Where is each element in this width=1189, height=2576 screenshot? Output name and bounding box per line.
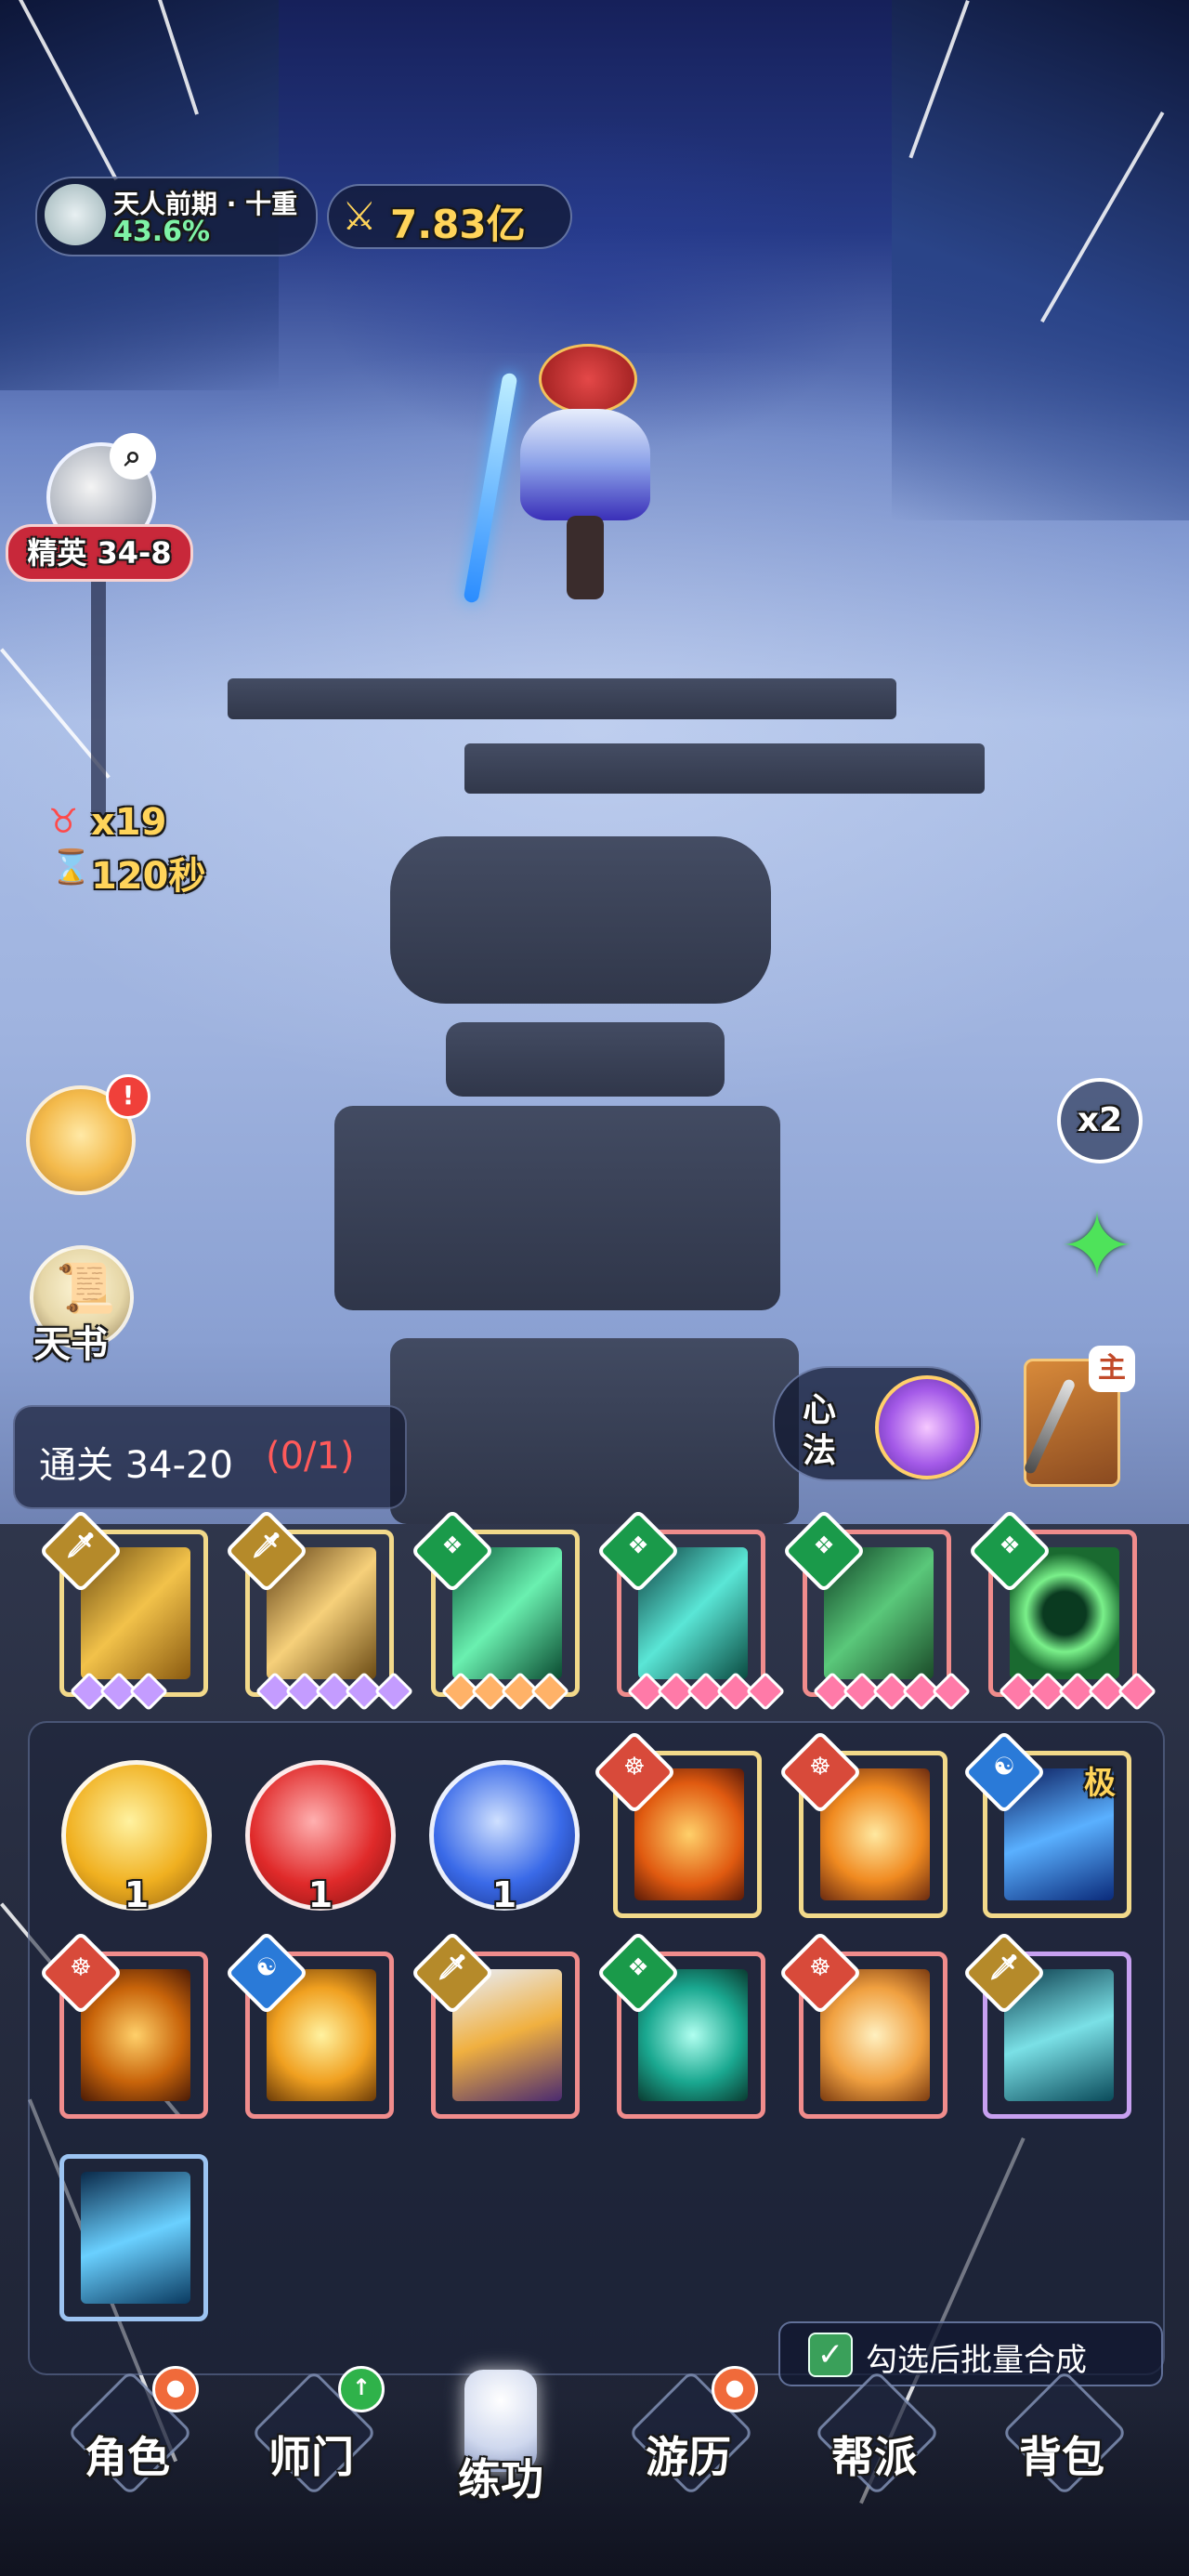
gold-orb-count: 1	[124, 1874, 150, 1915]
nav-travel[interactable]: 游历 ●	[619, 2366, 758, 2509]
skill-card-golden-bird[interactable]: ☯	[224, 1930, 394, 2119]
nav-guild[interactable]: 帮派	[804, 2370, 944, 2509]
xinfa-label-bottom: 法	[803, 1432, 837, 1470]
skill-card-lotus[interactable]: ☸	[777, 1729, 947, 1918]
leaf-badge-icon: ❖	[441, 1531, 464, 1560]
blue-orb-count: 1	[491, 1874, 517, 1915]
star-emblem-icon[interactable]: ✦	[1046, 1195, 1148, 1297]
nav-role-label: 角色	[85, 2432, 170, 2482]
leaf-badge-icon: ❖	[813, 1531, 835, 1560]
equipped-skill-1[interactable]: 🗡	[38, 1508, 208, 1712]
game-scene: 天人前期 · 十重 43.6% ⚔ 7.83亿 ⌕ 精英 34-8 ♉ x19 …	[0, 0, 1189, 2576]
leaf-badge-icon: ❖	[999, 1531, 1021, 1560]
equipped-skill-2[interactable]: 🗡	[224, 1508, 414, 1712]
nav-travel-label: 游历	[646, 2432, 731, 2482]
skill-card-palm[interactable]: ☸	[777, 1930, 947, 2119]
hero-hat	[539, 344, 637, 414]
stage-timer: 120秒	[91, 855, 206, 898]
leaf-badge-icon: ❖	[627, 1953, 649, 1982]
star-gem-icon	[529, 1671, 570, 1712]
blue-orb[interactable]: 1	[429, 1760, 580, 1915]
right-cliff	[892, 0, 1189, 520]
quest-progress: (0/1)	[266, 1435, 355, 1478]
batch-merge-label: 勾选后批量合成	[866, 2342, 1087, 2379]
enemy-count: x19	[91, 801, 167, 844]
nav-train-label: 练功	[458, 2454, 543, 2504]
hero-character	[463, 316, 697, 613]
sword-badge-icon: 🗡	[988, 1953, 1020, 1982]
wood-slab	[390, 836, 771, 1004]
swirl-badge-icon: ☯	[993, 1753, 1015, 1781]
nav-train[interactable]: 练功	[431, 2370, 570, 2509]
nav-guild-label: 帮派	[831, 2432, 917, 2482]
notify-icon: ●	[152, 2366, 199, 2412]
meditate-badge-icon: ☸	[623, 1753, 646, 1781]
checkbox-checked-icon[interactable]: ✓	[808, 2333, 853, 2377]
wood-slab	[334, 1106, 780, 1310]
equipped-skill-5[interactable]: ❖	[781, 1508, 972, 1712]
leaf-badge-icon: ❖	[627, 1531, 649, 1560]
hourglass-icon: ⌛	[50, 848, 92, 887]
main-weapon-badge: 主	[1089, 1346, 1135, 1392]
nav-school[interactable]: 师门 ↑	[242, 2366, 385, 2509]
red-orb[interactable]: 1	[245, 1760, 396, 1915]
wood-slab	[390, 1338, 799, 1524]
realm-avatar	[45, 184, 106, 245]
hero-legs	[567, 516, 604, 599]
extreme-tag: 极	[1084, 1765, 1116, 1802]
meditate-badge-icon: ☸	[809, 1753, 831, 1781]
meditate-badge-icon: ☸	[70, 1953, 92, 1982]
star-gem-icon	[128, 1671, 169, 1712]
skill-card-fan[interactable]: ❖	[595, 1930, 765, 2119]
speed-toggle-button[interactable]: x2	[1057, 1078, 1143, 1163]
combat-power-panel: ⚔ 7.83亿	[327, 184, 572, 249]
equipped-skill-3[interactable]: ❖	[410, 1508, 580, 1712]
skill-card-crystal[interactable]	[59, 2154, 208, 2321]
skill-card-comet[interactable]: 🗡	[410, 1930, 580, 2119]
lotus-orb-icon[interactable]	[875, 1375, 979, 1479]
sword-badge-icon: 🗡	[251, 1531, 282, 1560]
demon-icon: ♉	[48, 803, 79, 841]
wood-slab	[464, 743, 985, 794]
batch-merge-toggle[interactable]: ✓ 勾选后批量合成	[778, 2321, 1163, 2386]
skill-card-buddha[interactable]: ☸	[592, 1729, 762, 1918]
star-gem-icon	[373, 1671, 414, 1712]
equipped-skill-4[interactable]: ❖	[595, 1508, 786, 1712]
nav-bag[interactable]: 背包	[992, 2370, 1131, 2509]
scroll-icon: 📜	[56, 1261, 116, 1317]
notify-icon: ●	[712, 2366, 758, 2412]
skill-card-dash[interactable]: 🗡	[961, 1930, 1131, 2119]
stage-label: 精英 34-8	[6, 524, 193, 582]
crossed-swords-icon: ⚔	[342, 193, 377, 239]
realm-panel[interactable]: 天人前期 · 十重 43.6%	[35, 177, 318, 256]
skill-card-lion[interactable]: ☸	[38, 1930, 208, 2119]
magnifier-icon[interactable]: ⌕	[110, 433, 156, 480]
red-orb-count: 1	[307, 1874, 333, 1915]
meditate-badge-icon: ☸	[809, 1953, 831, 1982]
realm-progress: 43.6%	[113, 216, 211, 248]
equipped-skill-6[interactable]: ❖	[967, 1508, 1157, 1712]
combat-power-value: 7.83亿	[390, 202, 526, 247]
wood-slab	[228, 678, 896, 719]
skill-card-ice-burst[interactable]: ☯ 极	[961, 1729, 1131, 1918]
wood-slab	[446, 1022, 725, 1097]
star-gem-icon	[1117, 1671, 1157, 1712]
nav-bag-label: 背包	[1019, 2432, 1104, 2482]
swirl-badge-icon: ☯	[255, 1953, 278, 1982]
gold-orb[interactable]: 1	[61, 1760, 212, 1915]
upgrade-arrow-icon: ↑	[338, 2366, 385, 2412]
sword-badge-icon: 🗡	[65, 1531, 97, 1560]
quest-tracker[interactable]: 通关 34-20 (0/1)	[13, 1405, 407, 1509]
alert-icon: !	[106, 1074, 150, 1119]
sword-badge-icon: 🗡	[437, 1953, 468, 1982]
star-gem-icon	[931, 1671, 972, 1712]
nav-school-label: 师门	[268, 2432, 354, 2482]
star-gem-icon	[745, 1671, 786, 1712]
tianshu-label: 天书	[33, 1323, 108, 1366]
quest-text: 通关 34-20	[39, 1444, 233, 1487]
xinfa-panel[interactable]: 心 法	[773, 1366, 983, 1481]
nav-role[interactable]: 角色 ●	[58, 2366, 199, 2509]
hero-body	[520, 409, 650, 520]
